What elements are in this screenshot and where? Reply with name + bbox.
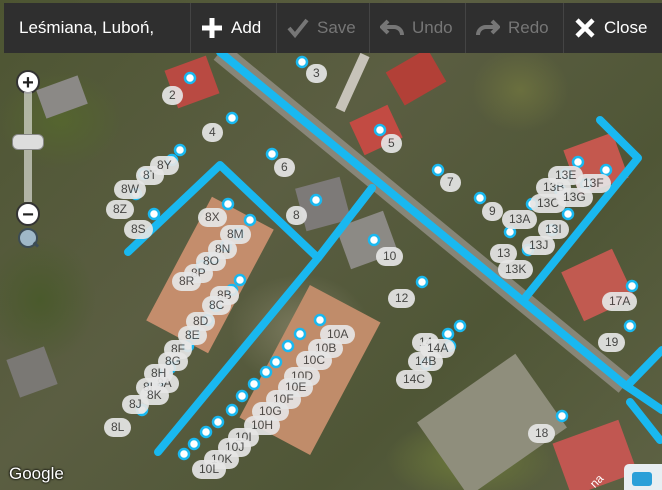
address-label[interactable]: 6: [274, 158, 295, 177]
satellite-map[interactable]: 2 3 4 5 6 7 8 9 10 12 13 13A 13B 13C 13E 13F 13G 13I 13J 13…: [0, 0, 662, 490]
address-marker[interactable]: [247, 377, 261, 391]
undo-label: Undo: [412, 18, 453, 37]
zoom-control[interactable]: + −: [12, 66, 44, 256]
add-button[interactable]: Add: [191, 3, 277, 53]
address-label[interactable]: 8W: [114, 180, 146, 199]
zoom-out-button[interactable]: −: [16, 202, 40, 226]
address-marker[interactable]: [225, 111, 239, 125]
address-label[interactable]: 2: [162, 86, 183, 105]
address-label[interactable]: 12: [388, 289, 416, 308]
address-label[interactable]: 4: [202, 123, 223, 142]
address-label[interactable]: 13G: [556, 188, 593, 207]
close-label: Close: [604, 18, 648, 37]
address-label[interactable]: 8S: [124, 220, 153, 239]
address-marker[interactable]: [177, 447, 191, 461]
address-marker[interactable]: [309, 193, 323, 207]
route-path[interactable]: [351, 184, 376, 214]
address-marker[interactable]: [453, 319, 467, 333]
address-label[interactable]: 8Y: [150, 156, 179, 175]
address-marker[interactable]: [415, 275, 429, 289]
address-label[interactable]: 8Z: [106, 200, 135, 219]
address-marker[interactable]: [225, 403, 239, 417]
address-marker[interactable]: [187, 437, 201, 451]
address-label[interactable]: 19: [598, 333, 626, 352]
address-marker[interactable]: [373, 123, 387, 137]
undo-button[interactable]: Undo: [370, 3, 466, 53]
save-label: Save: [317, 18, 356, 37]
address-label[interactable]: 8X: [198, 208, 227, 227]
address-label[interactable]: 8L: [104, 418, 132, 437]
address-marker[interactable]: [243, 213, 257, 227]
editor-toolbar: Leśmiana, Luboń, Add Save Undo Redo Clos…: [4, 3, 662, 53]
address-marker[interactable]: [235, 389, 249, 403]
address-label[interactable]: 8: [286, 206, 307, 225]
address-marker[interactable]: [561, 207, 575, 221]
add-label: Add: [231, 18, 262, 37]
address-label[interactable]: 14C: [396, 370, 433, 389]
address-marker[interactable]: [199, 425, 213, 439]
feedback-button[interactable]: [624, 464, 662, 490]
address-label[interactable]: 17A: [602, 292, 638, 311]
address-label[interactable]: 7: [440, 173, 461, 192]
undo-icon: [380, 19, 404, 36]
address-label[interactable]: 9: [482, 202, 503, 221]
checkmark-icon: [287, 18, 309, 39]
redo-icon: [476, 19, 500, 36]
address-label[interactable]: 8R: [172, 272, 202, 291]
address-label[interactable]: 3: [306, 64, 327, 83]
address-label[interactable]: 10L: [192, 460, 227, 479]
address-marker[interactable]: [183, 71, 197, 85]
redo-label: Redo: [508, 18, 549, 37]
address-marker[interactable]: [441, 327, 455, 341]
close-icon: [575, 18, 595, 38]
address-label[interactable]: 10: [376, 247, 404, 266]
zoom-in-button[interactable]: +: [16, 70, 40, 94]
address-marker[interactable]: [281, 339, 295, 353]
address-label[interactable]: 14B: [408, 352, 444, 371]
address-marker[interactable]: [623, 319, 637, 333]
address-marker[interactable]: [259, 365, 273, 379]
address-marker[interactable]: [269, 355, 283, 369]
chat-icon: [632, 472, 652, 486]
address-marker[interactable]: [473, 191, 487, 205]
address-label[interactable]: 13A: [502, 210, 538, 229]
address-marker[interactable]: [555, 409, 569, 423]
address-label[interactable]: 13J: [522, 236, 556, 255]
address-label[interactable]: 5: [381, 134, 402, 153]
close-button[interactable]: Close: [564, 3, 662, 53]
redo-button[interactable]: Redo: [466, 3, 564, 53]
address-marker[interactable]: [173, 143, 187, 157]
address-marker[interactable]: [211, 415, 225, 429]
address-marker[interactable]: [295, 55, 309, 69]
zoom-slider-thumb[interactable]: [12, 134, 44, 150]
plus-icon: [202, 18, 222, 38]
address-marker[interactable]: [221, 197, 235, 211]
search-field[interactable]: Leśmiana, Luboń,: [4, 3, 191, 53]
route-path[interactable]: [624, 346, 662, 389]
save-button[interactable]: Save: [277, 3, 370, 53]
google-logo: Google: [9, 464, 64, 483]
address-marker[interactable]: [431, 163, 445, 177]
address-marker[interactable]: [233, 273, 247, 287]
address-marker[interactable]: [147, 207, 161, 221]
address-label[interactable]: 8K: [140, 386, 169, 405]
locate-icon[interactable]: [18, 228, 38, 248]
address-marker[interactable]: [265, 147, 279, 161]
address-label[interactable]: 18: [528, 424, 556, 443]
address-marker[interactable]: [293, 327, 307, 341]
path-overlay[interactable]: [0, 0, 662, 490]
address-label[interactable]: 13K: [498, 260, 534, 279]
address-marker[interactable]: [313, 313, 327, 327]
address-marker[interactable]: [625, 279, 639, 293]
address-marker[interactable]: [367, 233, 381, 247]
